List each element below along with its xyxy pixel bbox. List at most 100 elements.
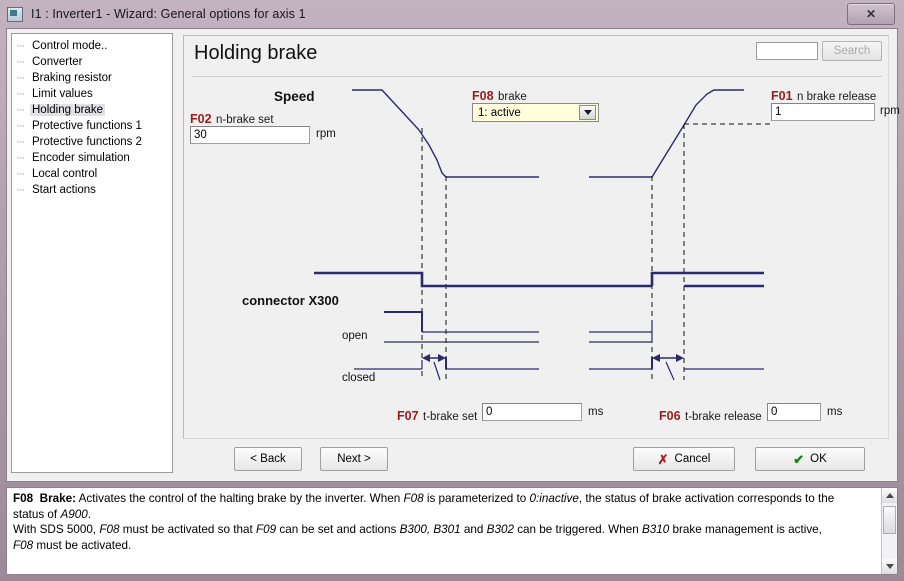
sidebar-item-label: Protective functions 1 <box>32 120 142 132</box>
sidebar-item-label: Braking resistor <box>32 72 112 84</box>
t-brake-release-arrow <box>652 354 684 381</box>
f02-code: F02 <box>190 112 212 126</box>
client-area: ··· Control mode.. ··· Converter ··· Bra… <box>6 28 900 482</box>
window-title: I1 : Inverter1 - Wizard: General options… <box>31 7 306 21</box>
close-icon[interactable]: ✕ <box>847 3 895 25</box>
help-text-2: is parameterized to <box>423 492 530 505</box>
tree-branch-icon: ··· <box>16 104 25 116</box>
sidebar-item-label: Local control <box>32 168 98 180</box>
f01-name: n brake release <box>797 91 877 103</box>
sidebar-item-converter[interactable]: ··· Converter <box>12 54 172 70</box>
connector-label: connector X300 <box>242 293 339 308</box>
tree-branch-icon: ··· <box>16 168 25 180</box>
f01-input[interactable] <box>771 103 875 121</box>
sidebar-item-local-control[interactable]: ··· Local control <box>12 166 172 182</box>
sidebar-item-label: Start actions <box>32 184 96 196</box>
wizard-button-bar: < Back Next > ✗ Cancel ✔ OK <box>183 443 889 483</box>
help-it-4: F08 <box>99 523 120 537</box>
cancel-button[interactable]: ✗ Cancel <box>633 447 735 471</box>
tree-branch-icon: ··· <box>16 72 25 84</box>
f06-input[interactable] <box>767 403 821 421</box>
closed-trace-mid <box>445 360 539 370</box>
speed-label: Speed <box>274 89 315 104</box>
help-scrollbar[interactable] <box>881 488 897 574</box>
help-text-8: and <box>460 523 487 537</box>
tree-branch-icon: ··· <box>16 88 25 100</box>
help-text-5: With SDS 5000, <box>13 523 100 537</box>
f08-name: brake <box>498 91 527 103</box>
next-button[interactable]: Next > <box>320 447 388 471</box>
f02-unit: rpm <box>316 128 336 140</box>
sidebar-item-label: Limit values <box>32 88 93 100</box>
help-param-title: Brake: <box>39 492 77 505</box>
f06-name: t-brake release <box>685 411 762 423</box>
open-trace-left <box>384 311 423 332</box>
help-it-6: B300, B301 <box>399 523 461 537</box>
sidebar-item-label: Converter <box>32 56 83 68</box>
open-label: open <box>342 330 368 342</box>
f01-code: F01 <box>771 89 793 103</box>
scroll-down-icon[interactable] <box>882 559 897 574</box>
sidebar-item-protective-functions-2[interactable]: ··· Protective functions 2 <box>12 134 172 150</box>
f07-input[interactable] <box>482 403 582 421</box>
holding-brake-group: Holding brake Search Speed connector X30… <box>183 35 900 439</box>
f01-unit: rpm <box>880 105 900 117</box>
help-text-7: can be set and actions <box>276 523 400 537</box>
ok-button-label: OK <box>810 453 827 465</box>
scroll-up-icon[interactable] <box>882 488 897 503</box>
cancel-button-label: Cancel <box>674 453 711 465</box>
title-divider <box>192 76 882 77</box>
navigation-tree[interactable]: ··· Control mode.. ··· Converter ··· Bra… <box>11 33 173 473</box>
tree-branch-icon: ··· <box>16 120 25 132</box>
sidebar-item-label: Encoder simulation <box>32 152 130 164</box>
t-brake-set-arrow <box>422 354 446 381</box>
help-text-6: must be activated so that <box>119 523 256 537</box>
help-it-3: A900 <box>60 507 88 521</box>
chevron-down-icon[interactable] <box>579 105 596 120</box>
ok-button[interactable]: ✔ OK <box>755 447 865 471</box>
sidebar-item-limit-values[interactable]: ··· Limit values <box>12 86 172 102</box>
content-pane: Holding brake Search Speed connector X30… <box>179 33 900 473</box>
sidebar-item-braking-resistor[interactable]: ··· Braking resistor <box>12 70 172 86</box>
help-param-code: F08 <box>13 492 34 505</box>
page-title: Holding brake <box>194 42 318 64</box>
help-it-5: F09 <box>255 523 277 537</box>
open-trace-right <box>589 320 653 343</box>
help-text-11: must be activated. <box>33 538 132 552</box>
close-icon: ✗ <box>657 451 669 467</box>
f07-unit: ms <box>588 406 604 418</box>
f06-unit: ms <box>827 406 843 418</box>
help-pane[interactable]: F08 Brake: Activates the control of the … <box>6 487 898 575</box>
f08-selected-value: 1: active <box>478 106 521 119</box>
f02-name: n-brake set <box>216 114 274 126</box>
timing-diagram: Speed connector X300 open closed F02 n-b… <box>184 80 900 438</box>
f06-code: F06 <box>659 409 681 423</box>
sidebar-item-label: Holding brake <box>30 104 105 116</box>
sidebar-item-control-mode[interactable]: ··· Control mode.. <box>12 38 172 54</box>
help-it-1: F08 <box>403 492 424 505</box>
tree-branch-icon: ··· <box>16 152 25 164</box>
sidebar-item-label: Protective functions 2 <box>32 136 142 148</box>
f08-dropdown[interactable]: 1: active <box>472 103 599 122</box>
sidebar-item-holding-brake[interactable]: ··· Holding brake <box>12 102 172 118</box>
help-text: F08 Brake: Activates the control of the … <box>13 491 865 553</box>
help-text-9: can be triggered. When <box>513 523 642 537</box>
help-it-8: B310 <box>641 523 670 537</box>
f08-code: F08 <box>472 89 494 103</box>
search-input[interactable] <box>756 42 818 60</box>
scrollbar-thumb[interactable] <box>883 506 896 534</box>
wizard-window: I1 : Inverter1 - Wizard: General options… <box>0 0 904 581</box>
back-button[interactable]: < Back <box>234 447 302 471</box>
tree-branch-icon: ··· <box>16 56 25 68</box>
connector-signal-left <box>314 271 446 288</box>
sidebar-item-label: Control mode.. <box>32 40 108 52</box>
help-text-10: brake management is active, <box>669 523 822 537</box>
search-button[interactable]: Search <box>822 41 882 61</box>
f06-label: F06 t-brake release <box>659 407 762 425</box>
sidebar-item-start-actions[interactable]: ··· Start actions <box>12 182 172 198</box>
title-bar: I1 : Inverter1 - Wizard: General options… <box>0 0 904 28</box>
sidebar-item-encoder-simulation[interactable]: ··· Encoder simulation <box>12 150 172 166</box>
sidebar-item-protective-functions-1[interactable]: ··· Protective functions 1 <box>12 118 172 134</box>
f02-input[interactable] <box>190 126 310 144</box>
speed-trace-right <box>589 89 744 178</box>
